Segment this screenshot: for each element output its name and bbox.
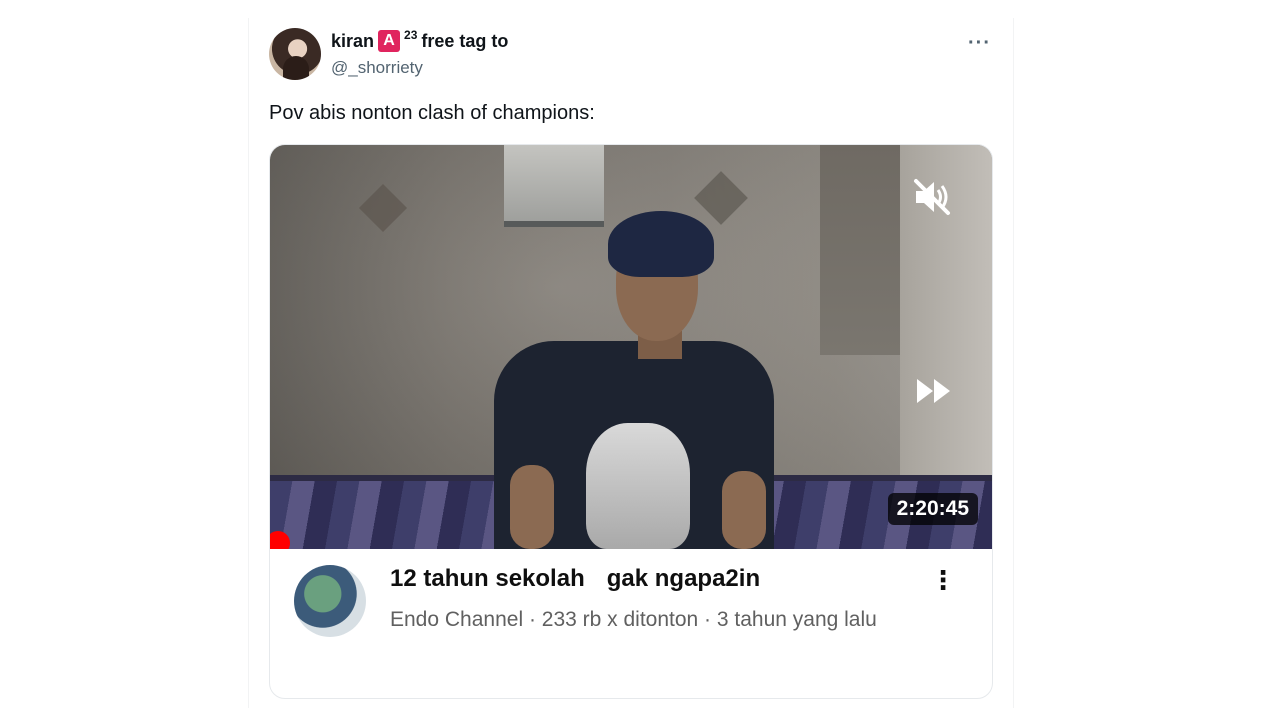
video-title[interactable]: 12 tahun sekolah gak ngapa2in — [390, 565, 760, 593]
video-frame-window — [504, 145, 604, 227]
tweet-text: Pov abis nonton clash of champions: — [269, 102, 595, 124]
badge-superscript: 23 — [404, 28, 418, 42]
video-frame-shirt-print — [586, 423, 690, 549]
video-embed[interactable]: 2:20:45 12 tahun sekolah gak ngapa2in End… — [269, 144, 993, 699]
display-name-suffix: free tag to — [421, 30, 509, 51]
user-handle[interactable]: @_shorriety — [331, 58, 423, 78]
tweet-card: kiran A 23 free tag to @_shorriety ··· P… — [248, 18, 1014, 708]
video-title-part2: gak ngapa2in — [606, 565, 761, 592]
video-frame-arm — [510, 465, 554, 549]
mute-icon[interactable] — [910, 175, 954, 219]
name-row: kiran A 23 free tag to — [331, 28, 509, 52]
letter-badge: A — [378, 30, 401, 52]
video-frame-arm — [722, 471, 766, 549]
more-options-button[interactable]: ··· — [968, 32, 991, 55]
fast-forward-icon[interactable] — [914, 375, 954, 407]
video-frame-hair — [608, 211, 714, 277]
video-meta: Endo Channel · 233 rb x ditonton · 3 tah… — [390, 608, 877, 631]
video-player[interactable]: 2:20:45 — [270, 145, 992, 549]
video-frame-panel — [820, 145, 900, 355]
display-name[interactable]: kiran — [331, 31, 374, 52]
channel-avatar[interactable] — [294, 565, 366, 637]
video-duration: 2:20:45 — [887, 493, 978, 525]
video-title-part1: 12 tahun sekolah — [390, 565, 585, 592]
user-avatar[interactable] — [269, 28, 321, 80]
more-vertical-icon[interactable]: ⋮ — [930, 567, 956, 593]
